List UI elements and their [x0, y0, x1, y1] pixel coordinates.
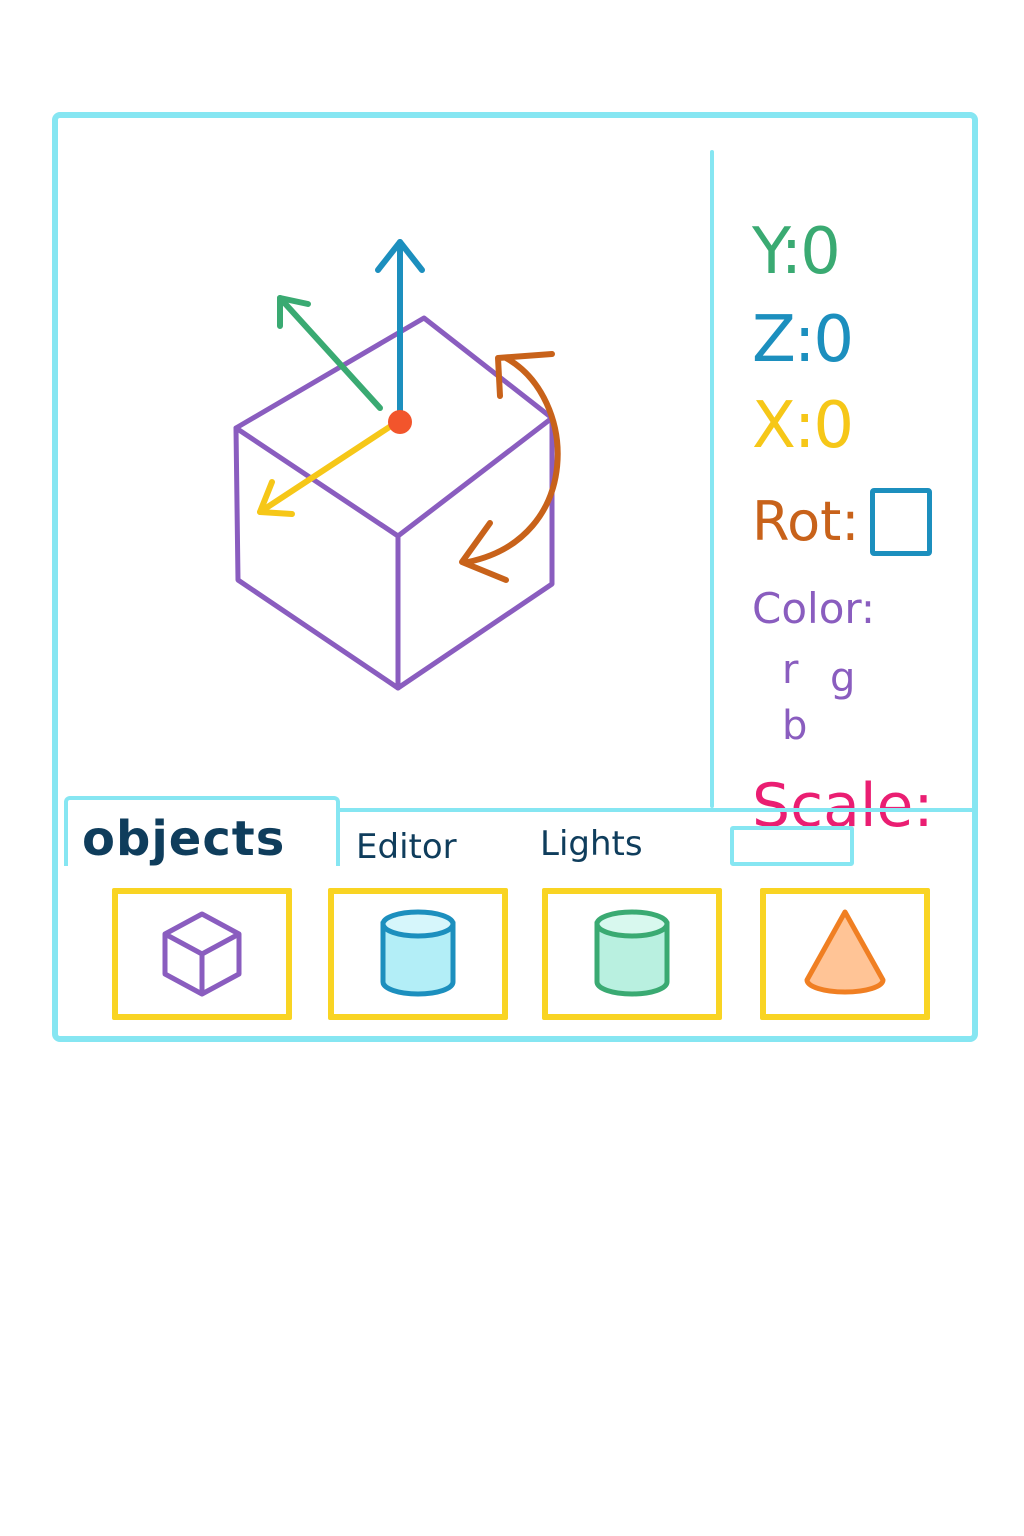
cylinder-blue-icon: [380, 909, 456, 997]
z-position[interactable]: Z:0: [752, 308, 854, 372]
object-card-cone[interactable]: [760, 888, 930, 1020]
x-axis-handle[interactable]: [257, 421, 397, 517]
tab-objects[interactable]: objects: [82, 815, 285, 863]
object-card-cylinder-blue[interactable]: [328, 888, 508, 1020]
cylinder-green-icon: [594, 909, 670, 997]
object-card-cube[interactable]: [112, 888, 292, 1020]
cube-object[interactable]: [233, 315, 555, 691]
y-axis-handle[interactable]: [375, 239, 425, 419]
color-label: Color:: [752, 584, 876, 633]
app-window: Y:0 Z:0 X:0 Rot: Color: r g b Scale: obj…: [52, 112, 978, 1042]
rotation-input[interactable]: [869, 488, 932, 556]
color-g-channel[interactable]: g: [830, 658, 855, 698]
rotation-row: Rot:: [752, 488, 932, 556]
pivot-point[interactable]: [388, 410, 412, 434]
cone-icon: [804, 909, 886, 995]
cube-icon: [162, 911, 242, 997]
object-card-cylinder-green[interactable]: [542, 888, 722, 1020]
color-r-channel[interactable]: r: [782, 650, 798, 690]
search-input[interactable]: [730, 826, 854, 866]
tab-editor[interactable]: Editor: [356, 830, 457, 864]
tab-lights[interactable]: Lights: [540, 827, 643, 861]
properties-panel: Y:0 Z:0 X:0 Rot: Color: r g b Scale:: [722, 158, 972, 836]
3d-viewport[interactable]: [58, 118, 708, 808]
x-position[interactable]: X:0: [752, 394, 854, 458]
viewport-scene: [233, 239, 561, 691]
properties-divider: [710, 150, 714, 808]
color-b-channel[interactable]: b: [782, 706, 807, 746]
y-position[interactable]: Y:0: [752, 220, 841, 284]
rotation-label: Rot:: [752, 490, 860, 553]
